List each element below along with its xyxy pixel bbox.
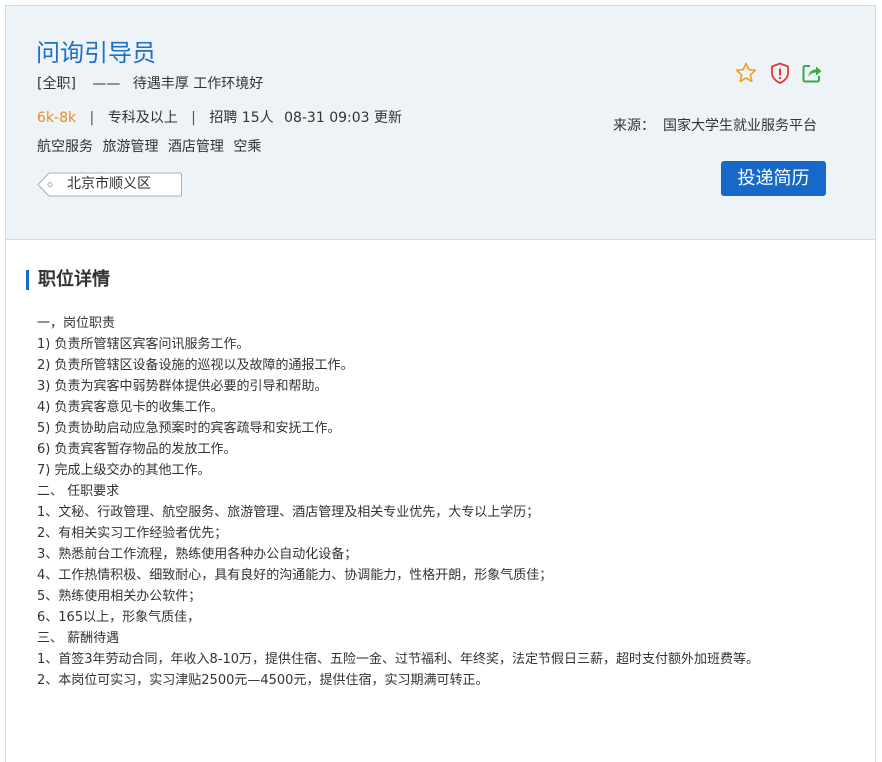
job-info-line: 6k-8k | 专科及以上 | 招聘 15人 08-31 09:03 更新 xyxy=(37,108,402,128)
detail-line: 1、文秘、行政管理、航空服务、旅游管理、酒店管理及相关专业优先，大专以上学历； xyxy=(37,505,540,520)
shield-alert-icon[interactable] xyxy=(768,61,792,85)
detail-line: 3) 负责为宾客中弱势群体提供必要的引导和帮助。 xyxy=(37,379,328,394)
job-details: 一，岗位职责 1) 负责所管辖区宾客问讯服务工作。 2) 负责所管辖区设备设施的… xyxy=(37,313,837,691)
source-label: 来源： xyxy=(613,118,655,134)
detail-line: 7) 完成上级交办的其他工作。 xyxy=(37,463,211,478)
source-info: 来源： 国家大学生就业服务平台 xyxy=(613,116,817,136)
source-value: 国家大学生就业服务平台 xyxy=(663,118,817,134)
dash-separator: —— xyxy=(92,76,121,92)
star-outline-icon[interactable] xyxy=(734,61,758,85)
section-title: 职位详情 xyxy=(26,270,110,290)
update-time: 08-31 09:03 更新 xyxy=(284,110,402,126)
location-tag: 北京市顺义区 xyxy=(37,172,182,197)
tag: 酒店管理 xyxy=(167,139,224,155)
detail-line: 5) 负责协助启动应急预案时的宾客疏导和安抚工作。 xyxy=(37,421,341,436)
detail-line: 4、工作热情积极、细致耐心，具有良好的沟通能力、协调能力，性格开朗，形象气质佳； xyxy=(37,568,553,583)
apply-resume-button[interactable]: 投递简历 xyxy=(721,161,826,196)
detail-line: 1) 负责所管辖区宾客问讯服务工作。 xyxy=(37,337,250,352)
detail-line: 5、熟练使用相关办公软件； xyxy=(37,589,202,604)
job-type: [全职] xyxy=(37,76,76,92)
detail-line: 二、 任职要求 xyxy=(37,484,120,499)
job-subline: [全职] —— 待遇丰厚 工作环境好 xyxy=(37,74,263,94)
job-title: 问询引导员 xyxy=(36,39,156,67)
job-tags: 航空服务 旅游管理 酒店管理 空乘 xyxy=(37,137,266,157)
detail-line: 2) 负责所管辖区设备设施的巡视以及故障的通报工作。 xyxy=(37,358,354,373)
detail-line: 三、 薪酬待遇 xyxy=(37,631,120,646)
detail-line: 一，岗位职责 xyxy=(37,316,116,331)
tag: 旅游管理 xyxy=(102,139,159,155)
action-icons xyxy=(734,61,834,85)
detail-line: 4) 负责宾客意见卡的收集工作。 xyxy=(37,400,224,415)
share-icon[interactable] xyxy=(800,61,824,85)
detail-line: 1、首签3年劳动合同，年收入8-10万，提供住宿、五险一金、过节福利、年终奖，法… xyxy=(37,652,760,667)
recruit-count: 招聘 15人 xyxy=(209,110,274,126)
detail-line: 6) 负责宾客暂存物品的发放工作。 xyxy=(37,442,237,457)
detail-line: 6、165以上，形象气质佳， xyxy=(37,610,201,625)
location-text: 北京市顺义区 xyxy=(67,176,151,192)
detail-line: 2、有相关实习工作经验者优先； xyxy=(37,526,228,541)
detail-line: 3、熟悉前台工作流程，熟练使用各种办公自动化设备； xyxy=(37,547,358,562)
tag: 空乘 xyxy=(233,139,262,155)
salary: 6k-8k xyxy=(37,110,77,126)
tag: 航空服务 xyxy=(37,139,93,155)
detail-line: 2、本岗位可实习，实习津贴2500元—4500元，提供住宿，实习期满可转正。 xyxy=(37,673,489,688)
job-benefits: 待遇丰厚 工作环境好 xyxy=(132,76,264,92)
separator: | xyxy=(89,110,95,126)
separator: | xyxy=(191,110,196,126)
education: 专科及以上 xyxy=(107,110,178,126)
